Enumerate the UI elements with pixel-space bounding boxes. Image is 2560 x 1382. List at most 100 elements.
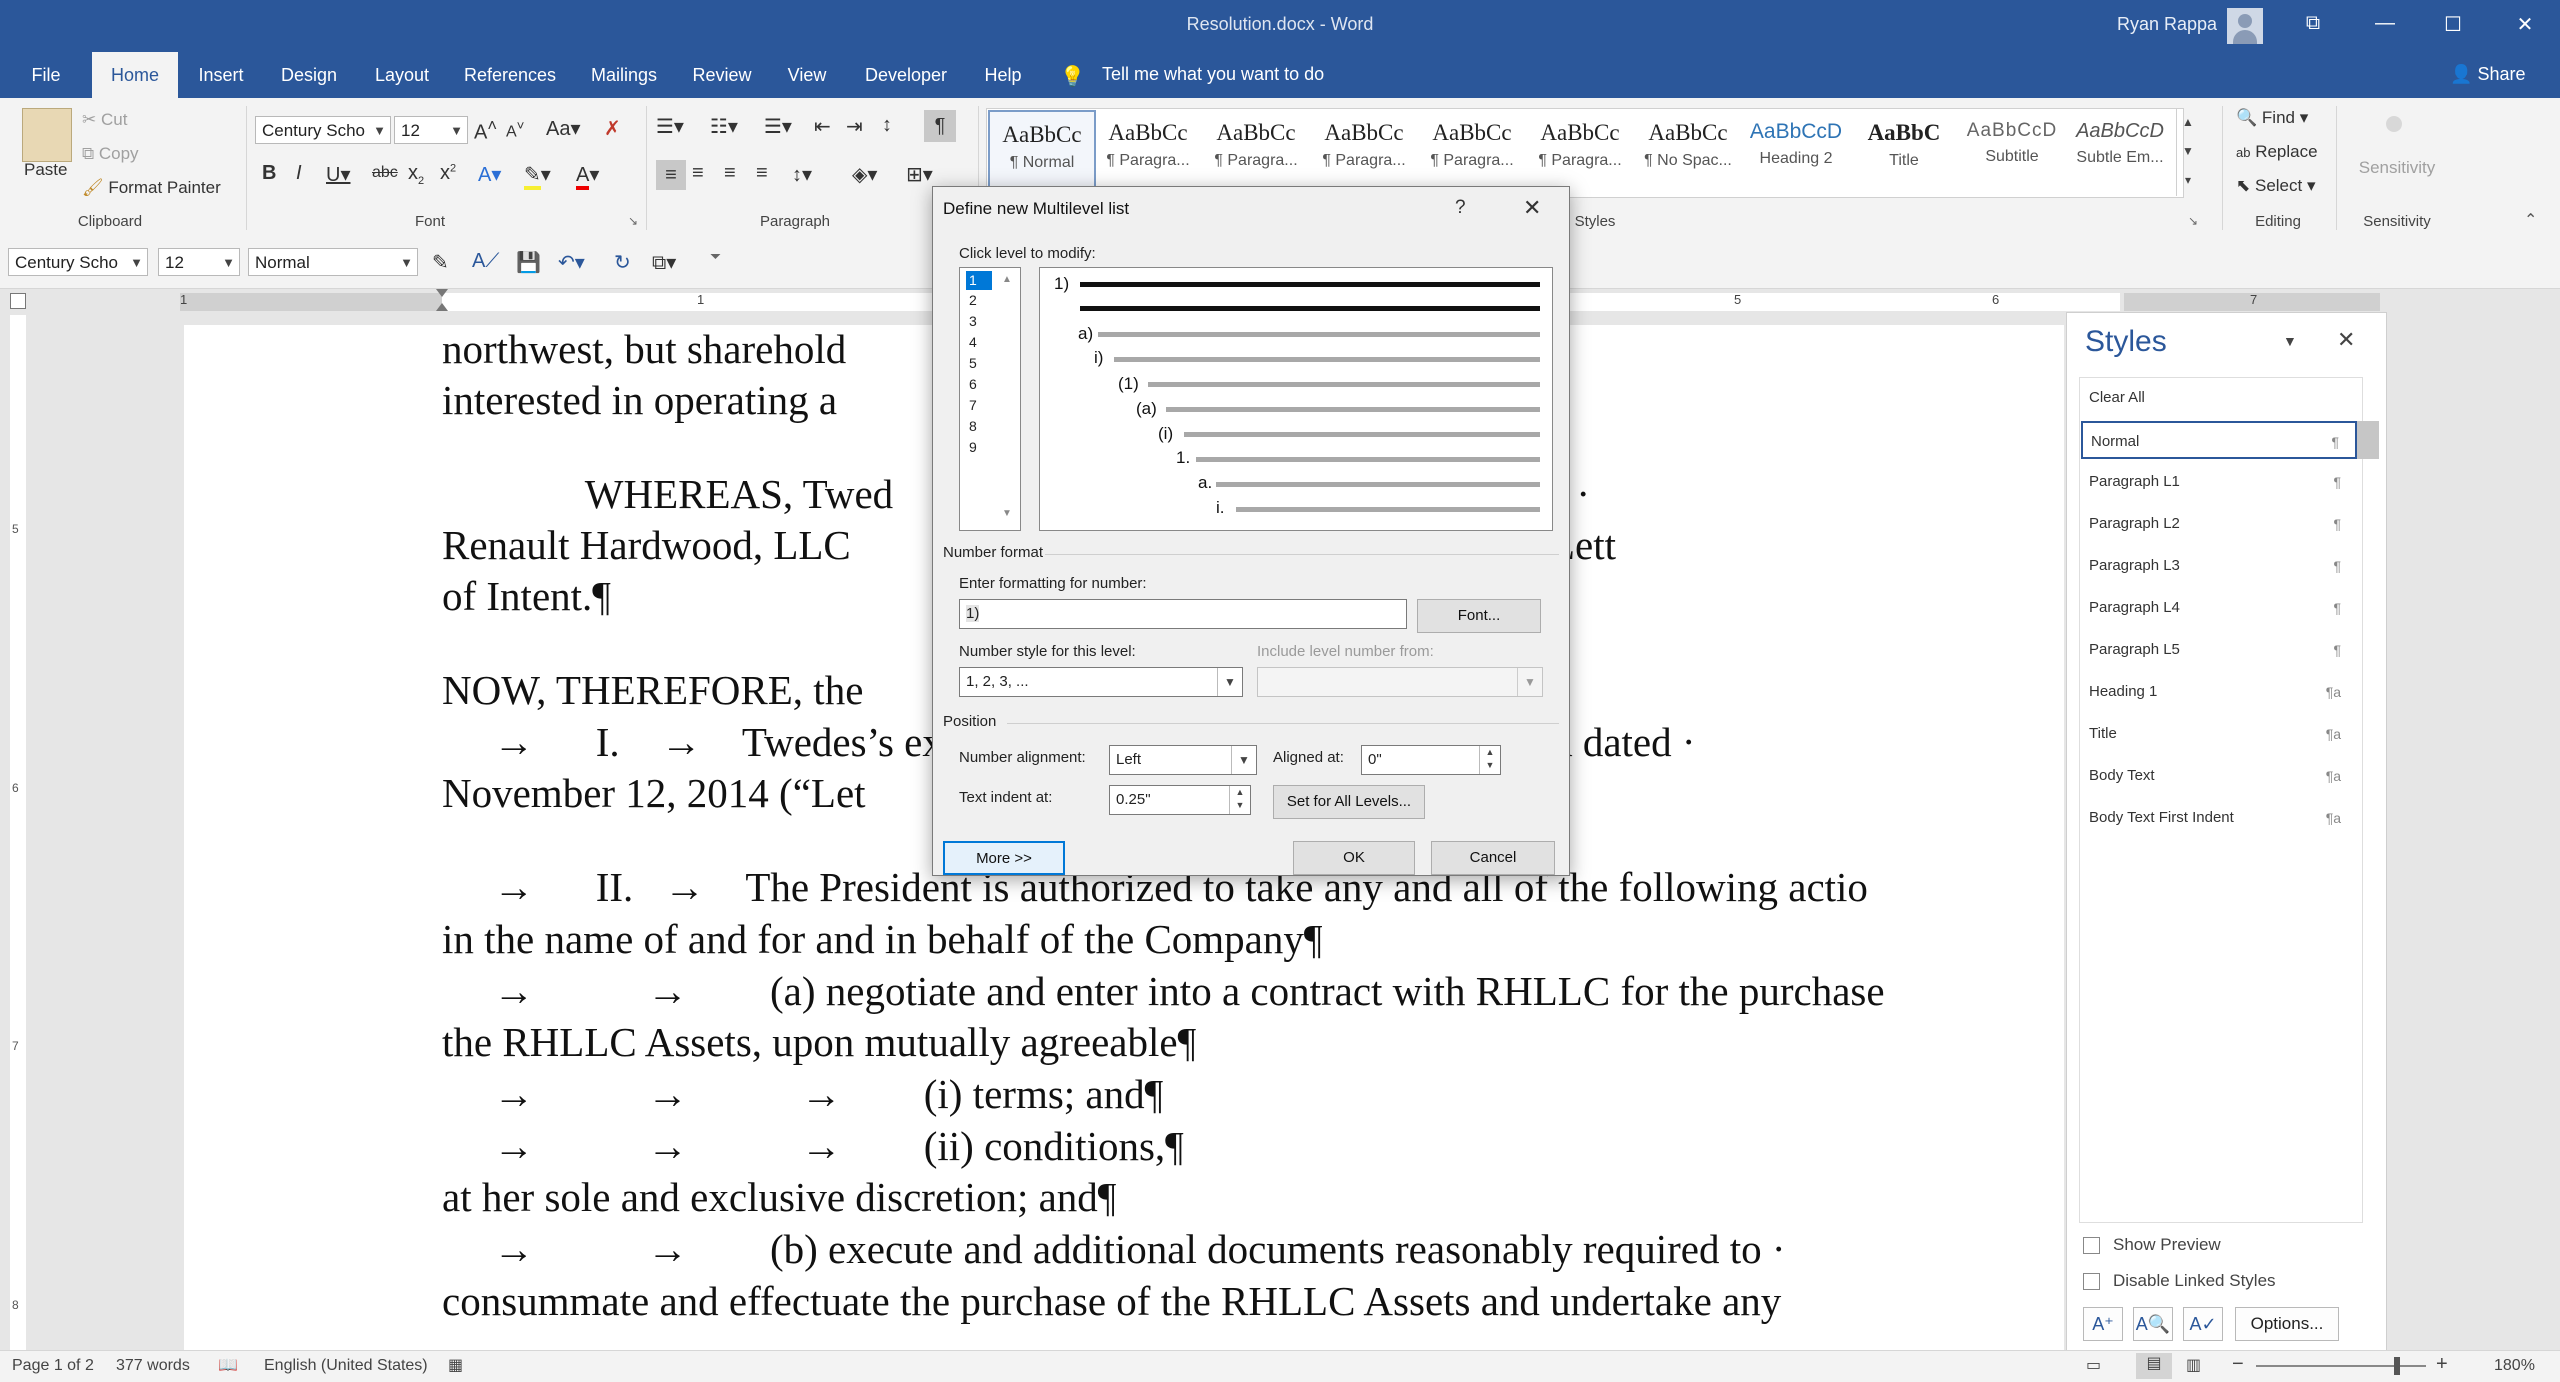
style-clear-all[interactable]: Clear All xyxy=(2081,379,2357,417)
zoom-slider-thumb[interactable] xyxy=(2394,1357,2400,1375)
tab-insert[interactable]: Insert xyxy=(186,52,256,98)
style-item-dropdown[interactable] xyxy=(2357,421,2379,459)
find-button[interactable]: 🔍 Find ▾ xyxy=(2236,108,2308,128)
select-button[interactable]: ⬉ Select ▾ xyxy=(2236,176,2316,196)
align-right-icon[interactable]: ≡ xyxy=(724,162,736,185)
paste-icon[interactable] xyxy=(22,108,72,162)
strikethrough-icon[interactable]: abc xyxy=(372,164,398,182)
show-preview-checkbox[interactable] xyxy=(2083,1237,2100,1254)
word-count[interactable]: 377 words xyxy=(116,1357,190,1375)
style-title[interactable]: AaBbC Title xyxy=(1852,110,1956,186)
style-item-paragraph-l5[interactable]: Paragraph L5 ¶ xyxy=(2081,631,2357,669)
justify-icon[interactable]: ≡ xyxy=(756,162,768,185)
decrease-indent-icon[interactable]: ⇤ xyxy=(814,114,831,139)
style-paragraph-l5[interactable]: AaBbCc ¶ Paragra... xyxy=(1528,110,1632,186)
vertical-ruler[interactable]: 5 6 7 8 xyxy=(0,315,30,1350)
style-item-body-text[interactable]: Body Text ¶a xyxy=(2081,757,2357,795)
number-format-input[interactable]: 1) xyxy=(959,599,1407,629)
clear-formatting-icon[interactable]: ✗ xyxy=(604,116,621,141)
collapse-ribbon-icon[interactable]: ⌃ xyxy=(2524,210,2537,230)
style-no-spacing[interactable]: AaBbCc ¶ No Spac... xyxy=(1636,110,1740,186)
level-item[interactable]: 8 xyxy=(966,417,992,436)
tab-view[interactable]: View xyxy=(776,52,838,98)
copy-button[interactable]: ⧉ Copy xyxy=(82,144,139,164)
italic-icon[interactable]: I xyxy=(296,162,302,185)
language[interactable]: English (United States) xyxy=(264,1357,428,1375)
gallery-scroll[interactable]: ▲ ▼ ▾ xyxy=(2176,108,2199,196)
ribbon-display-icon[interactable]: ⧉ xyxy=(2298,12,2328,40)
close-icon[interactable]: ✕ xyxy=(2337,327,2355,353)
level-item[interactable]: 5 xyxy=(966,354,992,373)
ok-button[interactable]: OK xyxy=(1293,841,1415,875)
help-button[interactable]: ? xyxy=(1455,197,1466,219)
show-formatting-icon[interactable]: ¶ xyxy=(924,110,956,142)
replace-button[interactable]: ab Replace xyxy=(2236,142,2318,162)
text-effects-icon[interactable]: A▾ xyxy=(478,162,501,187)
font-color-icon[interactable]: A▾ xyxy=(576,162,599,190)
style-paragraph-l2[interactable]: AaBbCc ¶ Paragra... xyxy=(1204,110,1308,186)
level-item[interactable]: 1 xyxy=(966,271,992,290)
undo-icon[interactable]: ↶▾ xyxy=(558,250,585,275)
style-paragraph-l3[interactable]: AaBbCc ¶ Paragra... xyxy=(1312,110,1416,186)
more-icon[interactable]: ▾ xyxy=(2177,166,2199,195)
qat-size-combo[interactable]: 12 ▼ xyxy=(158,248,240,276)
tab-design[interactable]: Design xyxy=(272,52,346,98)
dialog-launcher-icon[interactable]: ↘ xyxy=(628,214,638,228)
style-item-heading-1[interactable]: Heading 1 ¶a xyxy=(2081,673,2357,711)
maximize-icon[interactable]: ☐ xyxy=(2438,12,2468,40)
macro-record-icon[interactable]: ▦ xyxy=(448,1355,463,1375)
minimize-icon[interactable]: — xyxy=(2370,12,2400,40)
zoom-slider[interactable] xyxy=(2256,1365,2426,1367)
underline-icon[interactable]: U▾ xyxy=(326,162,350,187)
repeat-icon[interactable]: ⧉▾ xyxy=(652,250,676,275)
paste-button[interactable]: Paste xyxy=(24,160,67,180)
style-inspector-icon[interactable]: A🔍 xyxy=(2133,1307,2173,1341)
highlight-icon[interactable]: ✎▾ xyxy=(524,162,551,190)
chevron-down-icon[interactable]: ▼ xyxy=(2177,137,2199,166)
style-heading-2[interactable]: AaBbCcD Heading 2 xyxy=(1744,110,1848,186)
chevron-down-icon[interactable]: ▼ xyxy=(1002,508,1012,519)
proofing-icon[interactable]: 📖 xyxy=(218,1355,238,1375)
level-item[interactable]: 3 xyxy=(966,312,992,331)
style-paragraph-l1[interactable]: AaBbCc ¶ Paragra... xyxy=(1096,110,1200,186)
chevron-up-icon[interactable]: ▲ xyxy=(1002,274,1012,285)
number-style-select[interactable]: 1, 2, 3, ... ▼ xyxy=(959,667,1243,697)
tell-me-search[interactable]: Tell me what you want to do xyxy=(1102,64,1324,85)
level-item[interactable]: 7 xyxy=(966,396,992,415)
format-painter-icon[interactable]: ✎ xyxy=(432,250,449,275)
save-icon[interactable]: 💾 xyxy=(516,250,541,275)
print-layout-icon[interactable]: ▤ xyxy=(2136,1353,2172,1379)
subscript-icon[interactable]: x2 xyxy=(408,162,424,187)
chevron-up-icon[interactable]: ▲ xyxy=(2177,108,2199,137)
set-for-all-levels-button[interactable]: Set for All Levels... xyxy=(1273,785,1425,819)
qat-style-combo[interactable]: Normal ▼ xyxy=(248,248,418,276)
level-list[interactable]: 1 2 3 4 5 6 7 8 9 ▲ ▼ xyxy=(959,267,1021,531)
font-button[interactable]: Font... xyxy=(1417,599,1541,633)
more-button[interactable]: More >> xyxy=(943,841,1065,875)
style-item-paragraph-l1[interactable]: Paragraph L1 ¶ xyxy=(2081,463,2357,501)
disable-linked-styles-checkbox[interactable] xyxy=(2083,1273,2100,1290)
style-item-normal[interactable]: Normal ¶ xyxy=(2081,421,2357,459)
customize-qat-icon[interactable]: ⏷ xyxy=(710,248,721,265)
style-paragraph-l4[interactable]: AaBbCc ¶ Paragra... xyxy=(1420,110,1524,186)
user-name[interactable]: Ryan Rappa xyxy=(2117,14,2217,35)
qat-font-combo[interactable]: Century Scho ▼ xyxy=(8,248,148,276)
focus-mode-icon[interactable]: ▭ xyxy=(2086,1355,2101,1375)
align-left-icon[interactable]: ≡ xyxy=(656,160,686,190)
apply-styles-icon[interactable]: A⟋ xyxy=(472,250,499,273)
line-spacing-icon[interactable]: ↕▾ xyxy=(792,162,812,187)
cancel-button[interactable]: Cancel xyxy=(1431,841,1555,875)
shrink-font-icon[interactable]: A˅ xyxy=(506,118,524,141)
tab-help[interactable]: Help xyxy=(974,52,1032,98)
superscript-icon[interactable]: x2 xyxy=(440,162,456,185)
page-count[interactable]: Page 1 of 2 xyxy=(12,1357,94,1375)
web-layout-icon[interactable]: ▥ xyxy=(2186,1355,2201,1375)
tab-home[interactable]: Home xyxy=(92,52,178,98)
manage-styles-icon[interactable]: A✓ xyxy=(2183,1307,2223,1341)
bullets-icon[interactable]: ☰▾ xyxy=(656,114,684,139)
options-button[interactable]: Options... xyxy=(2235,1307,2339,1341)
zoom-out-icon[interactable]: − xyxy=(2232,1353,2244,1376)
tab-selector-icon[interactable] xyxy=(10,293,26,309)
share-button[interactable]: 👤 Share xyxy=(2450,64,2525,85)
font-size-combo[interactable]: 12 ▼ xyxy=(394,116,468,144)
